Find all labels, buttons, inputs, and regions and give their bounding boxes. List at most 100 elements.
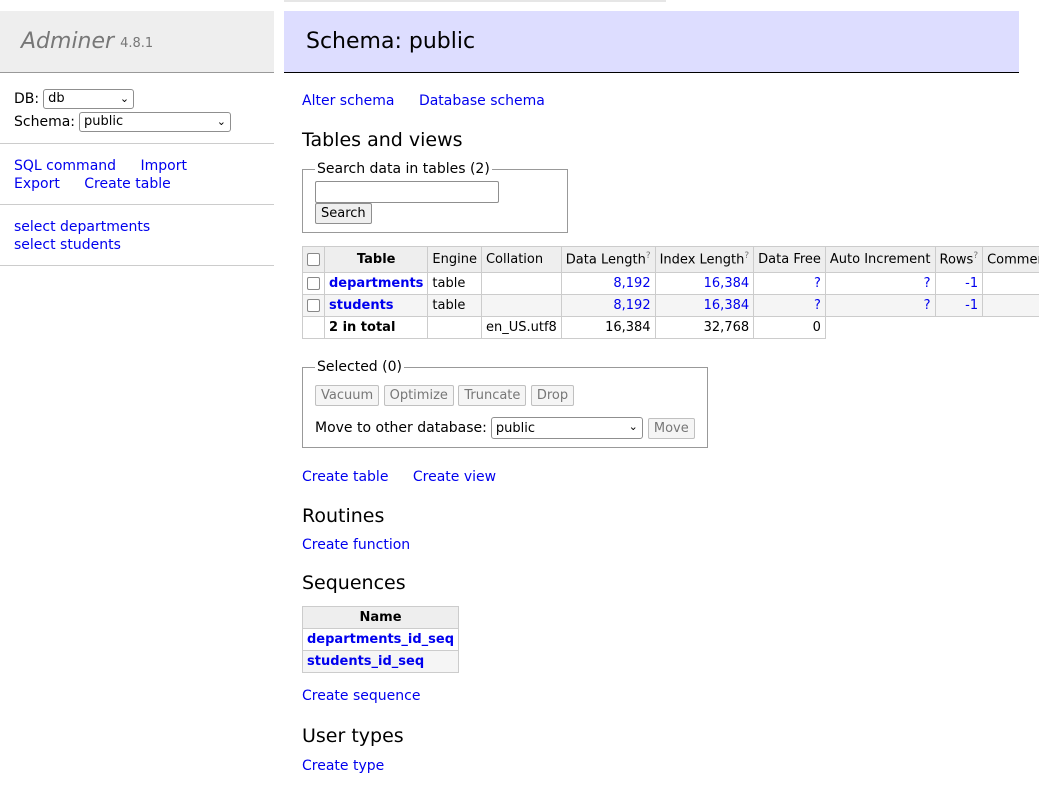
table-name-link[interactable]: departments <box>329 276 423 291</box>
db-row: DB: db ⌄ <box>14 87 260 110</box>
routines-links: Create function <box>302 536 1019 554</box>
sequence-row: departments_id_seq <box>301 628 460 651</box>
sidebar-tables: select departments select students <box>0 205 274 266</box>
schema-row: Schema: public ⌄ <box>14 110 260 133</box>
main-content: Schema: public Alter schema Database sch… <box>284 11 1039 775</box>
optimize-button[interactable]: Optimize <box>383 385 454 406</box>
total-empty-cell <box>302 316 325 339</box>
data-length-label: Data Length <box>565 252 646 268</box>
index-length-link[interactable]: 16,384 <box>704 298 750 313</box>
data-free-cell: ? <box>753 294 826 317</box>
alter-schema-link[interactable]: Alter schema <box>302 93 394 109</box>
total-index-length: 32,768 <box>654 316 755 339</box>
auto-increment-link[interactable]: ? <box>924 276 931 291</box>
col-rows[interactable]: Rows? <box>934 246 984 273</box>
rows-link[interactable]: -1 <box>965 298 978 313</box>
app-logo-link[interactable]: Adminer <box>21 29 114 54</box>
col-auto-increment[interactable]: Auto Increment <box>824 246 936 273</box>
tables-table: Table Engine Collation Data Length? Inde… <box>302 246 1039 339</box>
auto-increment-link[interactable]: ? <box>924 298 931 313</box>
select-students-link[interactable]: select students <box>14 237 121 253</box>
data-length-cell: 8,192 <box>560 272 656 295</box>
index-length-cell: 16,384 <box>654 272 755 295</box>
sequence-link[interactable]: students_id_seq <box>307 654 424 669</box>
create-links: Create table Create view <box>302 468 1019 486</box>
create-table-link[interactable]: Create table <box>84 176 170 192</box>
import-link[interactable]: Import <box>141 158 187 174</box>
auto-increment-cell: ? <box>824 272 936 295</box>
create-function-link[interactable]: Create function <box>302 537 410 553</box>
sidebar-links: SQL command Import Export Create table <box>0 144 274 205</box>
db-select[interactable]: db ⌄ <box>43 88 135 109</box>
data-length-link[interactable]: 8,192 <box>613 276 650 291</box>
create-sequence-link[interactable]: Create sequence <box>302 688 420 704</box>
chevron-down-icon: ⌄ <box>628 420 638 433</box>
sequence-link[interactable]: departments_id_seq <box>307 632 454 647</box>
help-mark[interactable]: ? <box>973 251 978 261</box>
export-link[interactable]: Export <box>14 176 60 192</box>
data-free-link[interactable]: ? <box>814 276 821 291</box>
truncate-button[interactable]: Truncate <box>458 385 527 406</box>
rows-cell: -1 <box>934 272 984 295</box>
table-name-cell: departments <box>323 272 429 295</box>
move-button[interactable]: Move <box>647 417 695 439</box>
help-mark[interactable]: ? <box>646 251 651 261</box>
sidebar: Adminer 4.8.1 DB: db ⌄ Schema: public ⌄ … <box>0 11 274 266</box>
help-mark[interactable]: ? <box>744 251 749 261</box>
move-label: Move to other database: <box>315 420 487 436</box>
move-row: Move to other database: public ⌄ Move <box>315 417 695 439</box>
col-engine[interactable]: Engine <box>427 246 482 273</box>
select-departments-link[interactable]: select departments <box>14 219 150 235</box>
data-free-link[interactable]: ? <box>814 298 821 313</box>
vacuum-button[interactable]: Vacuum <box>315 385 380 406</box>
select-all-checkbox[interactable] <box>307 253 320 266</box>
chevron-down-icon: ⌄ <box>216 114 227 128</box>
comment-cell <box>982 294 1039 317</box>
row-checkbox-cell <box>302 272 325 295</box>
rows-link[interactable]: -1 <box>965 276 978 291</box>
row-checkbox[interactable] <box>307 277 320 290</box>
row-checkbox[interactable] <box>307 299 320 312</box>
sequences-table: Name departments_id_seq students_id_seq <box>301 606 460 673</box>
col-table[interactable]: Table <box>323 246 429 273</box>
db-select-value: db <box>48 91 65 106</box>
page-header: Schema: public <box>284 11 1019 73</box>
schema-select[interactable]: public ⌄ <box>79 111 232 132</box>
database-schema-link[interactable]: Database schema <box>419 93 545 109</box>
search-input[interactable] <box>315 181 499 203</box>
total-engine-cell <box>427 316 482 339</box>
total-label: 2 in total <box>323 316 429 339</box>
total-spacer <box>825 316 1039 339</box>
schema-label: Schema: <box>14 113 76 130</box>
create-view-link[interactable]: Create view <box>413 469 496 485</box>
create-table-link-main[interactable]: Create table <box>302 469 388 485</box>
create-type-link[interactable]: Create type <box>302 758 384 774</box>
drop-button[interactable]: Drop <box>530 385 575 406</box>
collation-cell <box>480 272 562 295</box>
move-database-select[interactable]: public ⌄ <box>490 417 643 439</box>
sequence-cell: departments_id_seq <box>301 628 460 651</box>
col-data-free[interactable]: Data Free <box>753 246 826 273</box>
col-collation[interactable]: Collation <box>480 246 562 273</box>
move-select-value: public <box>495 420 535 436</box>
progress-strip <box>284 0 666 2</box>
total-data-length: 16,384 <box>560 316 656 339</box>
select-all-cell <box>302 246 325 273</box>
table-name-link[interactable]: students <box>329 298 394 313</box>
col-comment[interactable]: Comment? <box>982 246 1039 273</box>
data-length-link[interactable]: 8,192 <box>613 298 650 313</box>
sql-command-link[interactable]: SQL command <box>14 158 116 174</box>
col-data-length[interactable]: Data Length? <box>560 246 656 273</box>
sequences-heading: Sequences <box>302 572 406 594</box>
search-fieldset: Search data in tables (2) Search <box>302 161 568 233</box>
schema-links: Alter schema Database schema <box>302 92 1019 110</box>
index-length-label: Index Length <box>659 252 745 268</box>
col-index-length[interactable]: Index Length? <box>654 246 755 273</box>
sequence-name-header: Name <box>301 606 460 629</box>
routines-heading: Routines <box>302 505 385 527</box>
auto-increment-cell: ? <box>824 294 936 317</box>
db-label: DB: <box>14 90 40 107</box>
search-button[interactable]: Search <box>315 203 372 224</box>
index-length-link[interactable]: 16,384 <box>704 276 750 291</box>
sequence-cell: students_id_seq <box>301 650 460 673</box>
